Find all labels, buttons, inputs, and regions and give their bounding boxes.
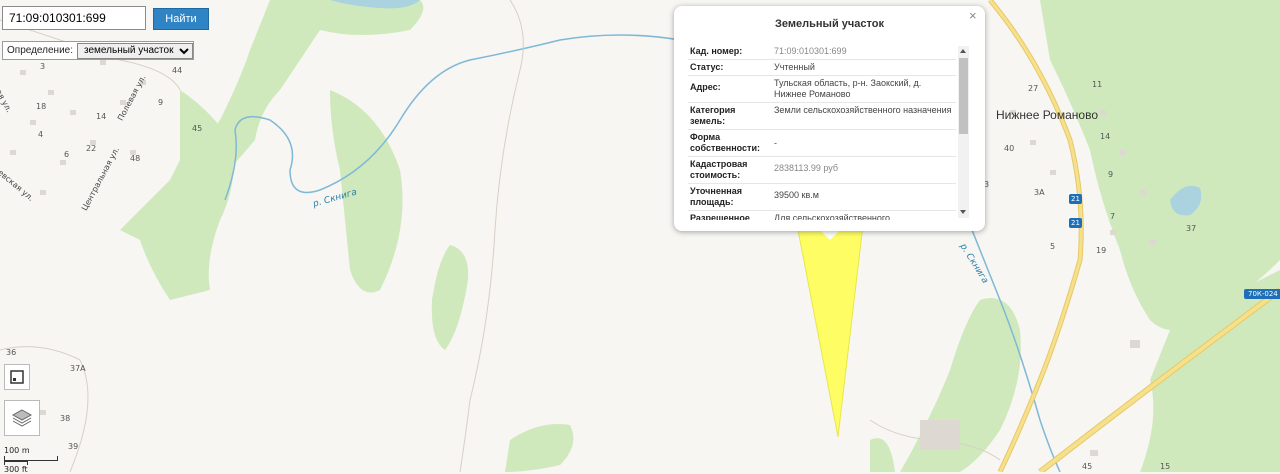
definition-label: Определение: (7, 45, 74, 56)
table-row: Разрешенное Для сельскохозяйственного (688, 210, 956, 220)
scroll-up-icon[interactable] (960, 49, 966, 53)
layers-button[interactable] (4, 400, 40, 436)
popup-pointer (820, 230, 840, 240)
attr-key: Кад. номер: (688, 44, 772, 60)
definition-select[interactable]: земельный участок (77, 42, 194, 59)
attr-value: 71:09:010301:699 (772, 44, 956, 60)
attr-key: Уточненная площадь: (688, 183, 772, 211)
table-row: Кад. номер: 71:09:010301:699 (688, 44, 956, 60)
house-number: 5 (1050, 242, 1056, 251)
popup-body[interactable]: Кад. номер: 71:09:010301:699 Статус: Учтен… (688, 44, 956, 220)
attr-value: 2838113.99 руб (772, 156, 956, 184)
house-number: 9 (158, 98, 164, 107)
search-button[interactable]: Найти (153, 8, 209, 30)
attr-key: Кадастровая стоимость: (688, 156, 772, 184)
definition-row: Определение: земельный участок (2, 41, 195, 60)
parcel-info-popup: Земельный участок × Кад. номер: 71:09:010… (674, 6, 985, 231)
house-number: 39 (68, 442, 79, 451)
attr-key: Категория земель: (688, 102, 772, 130)
scroll-down-icon[interactable] (960, 210, 966, 214)
house-number: 48 (130, 154, 141, 163)
road-number-sign: 21 (1069, 194, 1082, 204)
house-number: 45 (192, 124, 203, 133)
house-number: 3 (40, 62, 46, 71)
attr-key: Адрес: (688, 75, 772, 103)
legend-button[interactable] (4, 364, 30, 390)
house-number: 9 (1108, 170, 1114, 179)
house-number: 37 (1186, 224, 1197, 233)
road-number-sign: 21 (1069, 218, 1082, 228)
house-number: 11 (1092, 80, 1103, 89)
table-row: Категория земель: Земли сельскохозяйствен… (688, 102, 956, 130)
attr-key: Статус: (688, 59, 772, 76)
house-number: 6 (64, 150, 70, 159)
close-icon[interactable]: × (969, 8, 977, 23)
road-code-sign: 70К-024 (1244, 289, 1280, 299)
house-number: 15 (1160, 462, 1171, 471)
house-number: 38 (60, 414, 71, 423)
attr-value: 39500 кв.м (772, 183, 956, 211)
attr-value: - (772, 129, 956, 157)
attr-key: Разрешенное (688, 210, 772, 220)
house-number: 14 (96, 112, 107, 121)
attr-value: Земли сельскохозяйственного назначения (772, 102, 956, 130)
scale-bar: 100 m 300 ft (4, 446, 58, 474)
cadastral-search-input[interactable] (2, 6, 146, 30)
village-label: Нижнее Романово (996, 108, 1098, 122)
house-number: 44 (172, 66, 183, 75)
attr-key: Форма собственности: (688, 129, 772, 157)
attr-value: Учтенный (772, 59, 956, 76)
house-number: 4 (38, 130, 44, 139)
table-row: Статус: Учтенный (688, 59, 956, 76)
house-number: 45 (1082, 462, 1093, 471)
house-number: 14 (1100, 132, 1111, 141)
attr-value: Тульская область, р-н. Заокский, д. Нижн… (772, 75, 956, 103)
table-row: Уточненная площадь: 39500 кв.м (688, 183, 956, 211)
map-canvas[interactable] (0, 0, 1280, 472)
house-number: 37А (70, 364, 86, 373)
table-row: Адрес: Тульская область, р-н. Заокский, д… (688, 75, 956, 103)
attr-value: Для сельскохозяйственного (772, 210, 956, 220)
popup-title: Земельный участок (775, 18, 884, 30)
scroll-thumb[interactable] (959, 58, 968, 134)
house-number: 18 (36, 102, 47, 111)
house-number: 3А (1034, 188, 1045, 197)
house-number: 27 (1028, 84, 1039, 93)
house-number: 7 (1110, 212, 1116, 221)
popup-scrollbar[interactable] (958, 46, 969, 218)
table-row: Форма собственности: - (688, 129, 956, 157)
scale-metric: 100 m (4, 446, 30, 455)
scale-imperial: 300 ft (4, 465, 28, 474)
house-number: 40 (1004, 144, 1015, 153)
house-number: 19 (1096, 246, 1107, 255)
house-number: 22 (86, 144, 97, 153)
table-row: Кадастровая стоимость: 2838113.99 руб (688, 156, 956, 184)
house-number: 36 (6, 348, 17, 357)
legend-icon (10, 370, 24, 384)
attribute-table: Кад. номер: 71:09:010301:699 Статус: Учтен… (688, 44, 956, 220)
layers-icon (11, 409, 33, 427)
